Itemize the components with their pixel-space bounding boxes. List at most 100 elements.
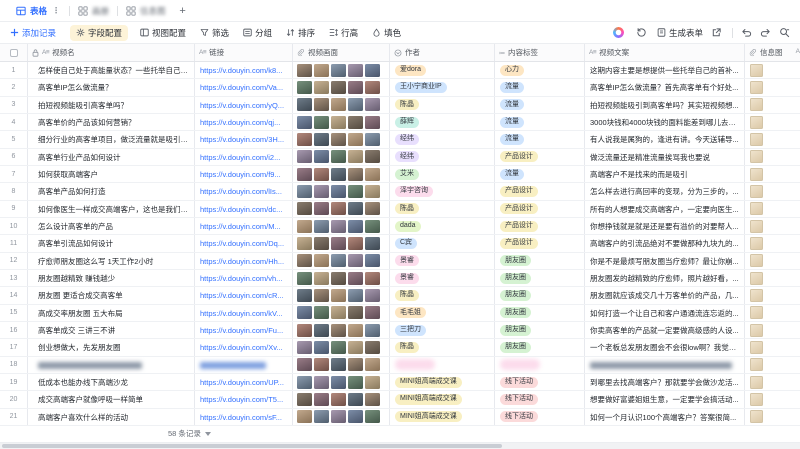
- video-frame-thumbnail[interactable]: [314, 323, 329, 337]
- tag-pill[interactable]: 流量: [500, 81, 524, 93]
- cell-link[interactable]: https://v.douyin.com/T5...: [195, 391, 293, 408]
- row-number[interactable]: 14: [0, 287, 28, 304]
- column-header-infographic[interactable]: 信息图 A: [745, 44, 800, 61]
- cell-tag[interactable]: 产品设计: [495, 235, 585, 252]
- video-frame-thumbnail[interactable]: [365, 150, 380, 164]
- video-frame-thumbnail[interactable]: [348, 254, 363, 268]
- video-frame-thumbnail[interactable]: [365, 375, 380, 389]
- video-frame-thumbnail[interactable]: [297, 98, 312, 112]
- video-frame-thumbnail[interactable]: [331, 358, 346, 372]
- cell-video-name[interactable]: 高客单引流品如何设计: [28, 235, 195, 252]
- cell-video-copy[interactable]: 有人说我是属狗的，逢进有讲。今天送辅导...: [585, 131, 745, 148]
- author-pill[interactable]: 景睿: [395, 255, 419, 267]
- cell-video-copy[interactable]: 高客单IP怎么做流量？首先高客单有个好处...: [585, 79, 745, 96]
- row-number[interactable]: 17: [0, 339, 28, 356]
- cell-author[interactable]: 三把刀: [390, 321, 495, 339]
- video-frame-thumbnail[interactable]: [365, 306, 380, 320]
- row-number[interactable]: 9: [0, 200, 28, 217]
- video-frame-thumbnail[interactable]: [297, 150, 312, 164]
- infographic-thumbnail[interactable]: [750, 184, 763, 198]
- author-pill[interactable]: 景睿: [395, 272, 419, 284]
- generate-form-button[interactable]: 生成表单: [657, 27, 703, 39]
- video-frame-thumbnail[interactable]: [331, 98, 346, 112]
- cell-video-name[interactable]: 拍短视频能吸引高客单吗？: [28, 96, 195, 113]
- cell-video-frames[interactable]: [293, 235, 390, 252]
- row-number[interactable]: 13: [0, 269, 28, 287]
- infographic-thumbnail[interactable]: [750, 392, 763, 406]
- table-row[interactable]: 14 朋友圈 更适合成交高客单 https://v.douyin.com/cR.…: [0, 287, 800, 305]
- video-frame-thumbnail[interactable]: [314, 184, 329, 198]
- video-frame-thumbnail[interactable]: [348, 340, 363, 354]
- video-frame-thumbnail[interactable]: [314, 167, 329, 181]
- video-frame-thumbnail[interactable]: [365, 98, 380, 112]
- cell-video-copy[interactable]: 高端客户的引流品绝对不要做那种九块九的...: [585, 235, 745, 252]
- cell-video-name[interactable]: [28, 356, 195, 373]
- cell-video-name[interactable]: 高客单行业产品如何设计: [28, 148, 195, 165]
- cell-infographic[interactable]: [745, 339, 800, 355]
- row-number[interactable]: 11: [0, 235, 28, 252]
- tag-pill[interactable]: 产品设计: [500, 220, 538, 232]
- cell-infographic[interactable]: [745, 114, 800, 130]
- cell-link[interactable]: https://v.douyin.com/Xv...: [195, 339, 293, 356]
- cell-video-copy[interactable]: 朋友圈发的越精致的疗愈师，照片越好看，...: [585, 269, 745, 287]
- select-all-checkbox[interactable]: [9, 48, 18, 57]
- cell-author[interactable]: 泽宇咨询: [390, 183, 495, 200]
- infographic-thumbnail[interactable]: [750, 358, 763, 372]
- cell-tag[interactable]: 线下活动: [495, 408, 585, 425]
- video-frame-thumbnail[interactable]: [297, 132, 312, 146]
- tag-pill[interactable]: 流量: [500, 99, 524, 111]
- row-number[interactable]: 5: [0, 131, 28, 148]
- author-pill[interactable]: 陈晶: [395, 341, 419, 353]
- cell-author[interactable]: 经纬: [390, 131, 495, 148]
- cell-tag[interactable]: 线下活动: [495, 391, 585, 408]
- author-pill[interactable]: 王小宁商业IP: [395, 81, 447, 93]
- field-config-button[interactable]: 字段配置: [70, 24, 129, 41]
- cell-tag[interactable]: 产品设计: [495, 200, 585, 217]
- tag-pill[interactable]: [500, 359, 540, 371]
- cell-video-name[interactable]: 高客单价的产品该如何营销？: [28, 113, 195, 131]
- cell-video-frames[interactable]: [293, 165, 390, 183]
- author-pill[interactable]: 薛辉: [395, 116, 419, 128]
- video-frame-thumbnail[interactable]: [331, 254, 346, 268]
- video-frame-thumbnail[interactable]: [331, 323, 346, 337]
- cell-tag[interactable]: 朋友圈: [495, 269, 585, 287]
- video-frame-thumbnail[interactable]: [348, 202, 363, 216]
- cell-video-frames[interactable]: [293, 96, 390, 113]
- cell-tag[interactable]: 产品设计: [495, 148, 585, 165]
- infographic-thumbnail[interactable]: [750, 115, 763, 129]
- video-frame-thumbnail[interactable]: [314, 410, 329, 424]
- video-frame-thumbnail[interactable]: [297, 80, 312, 94]
- video-frame-thumbnail[interactable]: [348, 410, 363, 424]
- column-header-tags[interactable]: ≔ 内容标签: [495, 44, 585, 61]
- video-frame-thumbnail[interactable]: [365, 132, 380, 146]
- cell-video-name[interactable]: 朋友圈 更适合成交高客单: [28, 287, 195, 304]
- video-frame-thumbnail[interactable]: [314, 375, 329, 389]
- infographic-thumbnail[interactable]: [750, 271, 763, 285]
- author-pill[interactable]: 艾米: [395, 168, 419, 180]
- infographic-thumbnail[interactable]: [750, 236, 763, 250]
- cell-video-frames[interactable]: [293, 252, 390, 269]
- tag-pill[interactable]: 朋友圈: [500, 255, 531, 267]
- cell-tag[interactable]: 朋友圈: [495, 252, 585, 269]
- video-frame-thumbnail[interactable]: [331, 271, 346, 285]
- author-pill[interactable]: dada: [395, 220, 421, 232]
- video-frame-thumbnail[interactable]: [365, 323, 380, 337]
- tag-pill[interactable]: 朋友圈: [500, 324, 531, 336]
- cell-video-name[interactable]: 高客单成交 三讲三不讲: [28, 321, 195, 339]
- share-button[interactable]: [711, 27, 722, 38]
- cell-video-name[interactable]: 成交高端客户就像呼吸一样简单: [28, 391, 195, 408]
- table-row[interactable]: 12 疗愈师朋友圈这么写 1天工作2小时 https://v.douyin.co…: [0, 252, 800, 270]
- video-frame-thumbnail[interactable]: [331, 150, 346, 164]
- video-frame-thumbnail[interactable]: [365, 271, 380, 285]
- infographic-thumbnail[interactable]: [750, 63, 763, 77]
- cell-video-name[interactable]: 高客单产品如何打造: [28, 183, 195, 200]
- cell-infographic[interactable]: [745, 201, 800, 217]
- cell-video-frames[interactable]: [293, 287, 390, 304]
- cell-tag[interactable]: [495, 356, 585, 373]
- tag-pill[interactable]: 产品设计: [500, 151, 538, 163]
- table-row[interactable]: 1 怎样使自己处于高能量状态？一些托举自己的... https://v.douy…: [0, 62, 800, 80]
- video-frame-thumbnail[interactable]: [331, 375, 346, 389]
- cell-tag[interactable]: 流量: [495, 113, 585, 131]
- record-count[interactable]: 58 条记录: [168, 428, 201, 439]
- cell-tag[interactable]: 流量: [495, 96, 585, 113]
